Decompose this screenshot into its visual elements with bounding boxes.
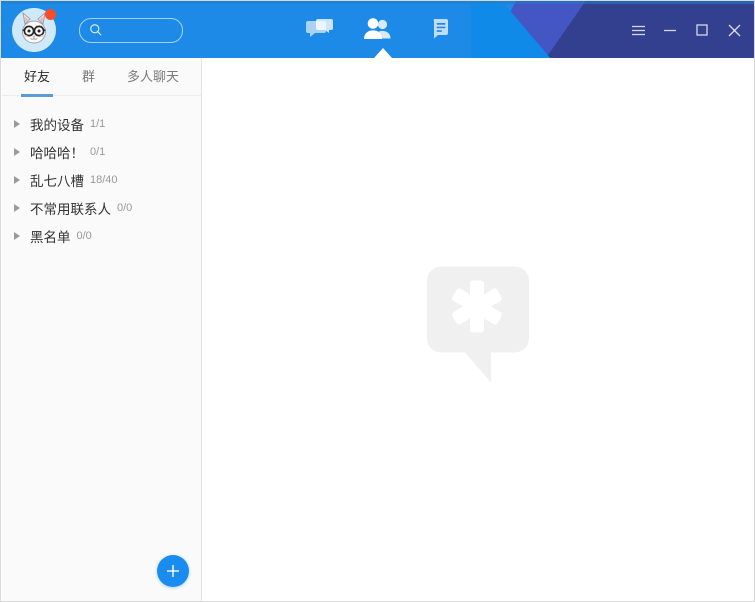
group-row-infrequent-contacts[interactable]: 不常用联系人 0/0 xyxy=(2,194,201,222)
chevron-right-icon xyxy=(14,176,20,184)
search-icon xyxy=(89,23,103,37)
tab-multi-chat-label: 多人聊天 xyxy=(127,69,179,84)
sidebar: 好友 群 多人聊天 我的设备 1/1 哈哈哈！ 0/1 乱七八槽 xyxy=(2,58,202,602)
group-count: 0/1 xyxy=(90,146,105,158)
nav-messages[interactable] xyxy=(297,12,343,46)
tab-multi-chat[interactable]: 多人聊天 xyxy=(127,66,179,87)
chevron-right-icon xyxy=(14,204,20,212)
speech-bubble-asterisk-watermark xyxy=(423,263,533,393)
tab-friends-label: 好友 xyxy=(24,69,50,84)
group-count: 18/40 xyxy=(90,174,118,186)
window-controls xyxy=(622,17,750,43)
group-name: 黑名单 xyxy=(30,226,71,246)
close-icon xyxy=(727,23,742,38)
maximize-button[interactable] xyxy=(686,17,718,43)
sidebar-tabs: 好友 群 多人聊天 xyxy=(2,58,201,96)
group-name: 不常用联系人 xyxy=(30,198,111,218)
group-name: 乱七八槽 xyxy=(30,170,84,190)
add-contact-button[interactable] xyxy=(157,555,189,587)
title-bar xyxy=(1,1,755,58)
chevron-right-icon xyxy=(14,148,20,156)
document-list-icon xyxy=(430,17,454,41)
main-content xyxy=(203,58,753,600)
tab-groups-label: 群 xyxy=(82,69,95,84)
active-tab-indicator xyxy=(374,48,392,58)
group-count: 0/0 xyxy=(77,230,92,242)
group-row-my-devices[interactable]: 我的设备 1/1 xyxy=(2,110,201,138)
notification-badge xyxy=(45,9,56,20)
group-row-hahaha[interactable]: 哈哈哈！ 0/1 xyxy=(2,138,201,166)
chevron-right-icon xyxy=(14,120,20,128)
nav-documents[interactable] xyxy=(419,12,465,46)
chevron-right-icon xyxy=(14,232,20,240)
contacts-people-icon xyxy=(363,17,393,41)
minimize-icon xyxy=(663,24,677,36)
chat-bubbles-icon xyxy=(306,17,334,41)
plus-icon xyxy=(164,562,182,580)
avatar[interactable] xyxy=(12,8,56,52)
close-button[interactable] xyxy=(718,17,750,43)
nav-contacts[interactable] xyxy=(355,12,401,46)
group-row-misc[interactable]: 乱七八槽 18/40 xyxy=(2,166,201,194)
search-box[interactable] xyxy=(79,18,183,43)
qq-window: 好友 群 多人聊天 我的设备 1/1 哈哈哈！ 0/1 乱七八槽 xyxy=(0,0,755,602)
search-input[interactable] xyxy=(107,21,179,41)
tab-friends[interactable]: 好友 xyxy=(24,66,50,87)
group-count: 0/0 xyxy=(117,202,132,214)
hamburger-menu-button[interactable] xyxy=(622,17,654,43)
group-row-blacklist[interactable]: 黑名单 0/0 xyxy=(2,222,201,250)
group-name: 我的设备 xyxy=(30,114,84,134)
hamburger-menu-icon xyxy=(631,24,646,37)
minimize-button[interactable] xyxy=(654,17,686,43)
maximize-icon xyxy=(695,23,709,37)
tab-groups[interactable]: 群 xyxy=(82,66,95,87)
empty-state-watermark xyxy=(423,263,533,398)
group-count: 1/1 xyxy=(90,118,105,130)
contact-group-list: 我的设备 1/1 哈哈哈！ 0/1 乱七八槽 18/40 不常用联系人 0/0 xyxy=(2,96,201,250)
group-name: 哈哈哈！ xyxy=(30,142,84,162)
